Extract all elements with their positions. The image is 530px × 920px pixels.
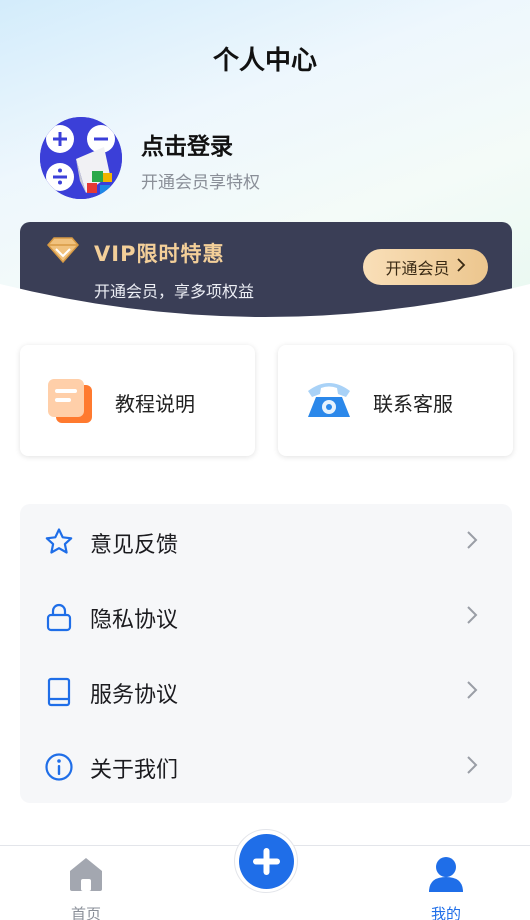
tutorial-card[interactable]: 教程说明 — [20, 345, 255, 456]
tab-mine[interactable]: 我的 — [396, 846, 496, 920]
tab-mine-label: 我的 — [430, 905, 461, 920]
customer-service-label: 联系客服 — [373, 392, 453, 416]
book-icon — [44, 677, 74, 711]
info-icon — [44, 752, 74, 786]
login-link[interactable]: 点击登录 — [141, 127, 233, 161]
menu-label-privacy: 隐私协议 — [90, 608, 179, 633]
chevron-right-icon — [466, 755, 478, 779]
telephone-icon — [304, 377, 354, 425]
plus-icon — [253, 848, 280, 875]
menu-item-privacy[interactable]: 隐私协议 — [20, 579, 512, 654]
tab-home[interactable]: 首页 — [36, 846, 136, 920]
calculator-app-icon — [40, 117, 122, 199]
menu-item-service-agreement[interactable]: 服务协议 — [20, 654, 512, 729]
star-icon — [44, 527, 74, 561]
home-icon — [67, 855, 105, 897]
chevron-right-icon — [466, 605, 478, 629]
chevron-right-icon — [466, 680, 478, 704]
wave-divider — [0, 284, 530, 332]
person-icon — [427, 855, 465, 897]
menu-item-about-us[interactable]: 关于我们 — [20, 729, 512, 804]
settings-menu: 意见反馈 隐私协议 服务协议 关于我们 — [20, 504, 512, 803]
document-icon — [46, 377, 94, 429]
avatar[interactable] — [40, 117, 122, 199]
tutorial-label: 教程说明 — [115, 392, 195, 416]
tab-home-label: 首页 — [70, 905, 101, 920]
menu-item-feedback[interactable]: 意见反馈 — [20, 504, 512, 579]
page-title: 个人中心 — [212, 46, 317, 76]
member-privilege-text: 开通会员享特权 — [141, 173, 260, 193]
add-button[interactable] — [239, 834, 294, 889]
lock-icon — [44, 602, 74, 636]
customer-service-card[interactable]: 联系客服 — [278, 345, 513, 456]
menu-label-feedback: 意见反馈 — [90, 533, 179, 558]
menu-label-about-us: 关于我们 — [90, 758, 179, 783]
chevron-right-icon — [466, 530, 478, 554]
menu-label-service-agreement: 服务协议 — [90, 683, 179, 708]
